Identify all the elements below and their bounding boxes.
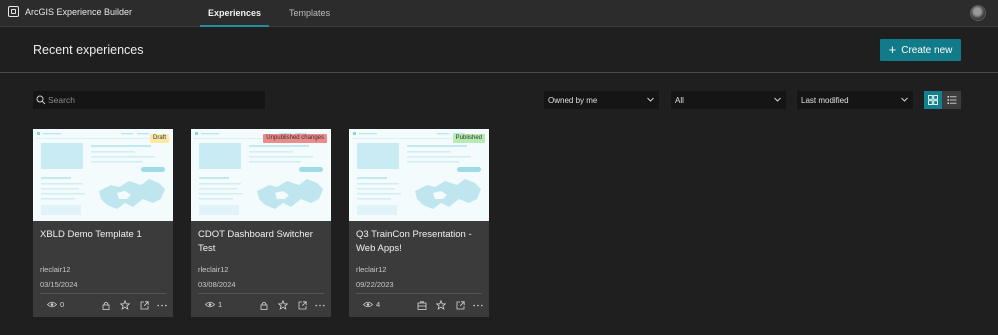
chevron-down-icon xyxy=(901,97,908,102)
card-date: 03/08/2024 xyxy=(198,280,236,289)
tab-templates[interactable]: Templates xyxy=(281,0,338,27)
card-divider xyxy=(198,293,324,294)
view-count: 4 xyxy=(376,300,381,309)
card-owner: rleclair12 xyxy=(356,265,387,274)
owner-filter-select[interactable]: Owned by me xyxy=(544,91,659,109)
top-bar: ArcGIS Experience Builder Experiences Te… xyxy=(0,0,998,27)
page-title: Recent experiences xyxy=(33,43,144,57)
card-thumbnail: Published xyxy=(349,129,489,221)
list-icon xyxy=(947,96,956,104)
search-box xyxy=(33,91,265,109)
card-divider xyxy=(40,293,166,294)
card-owner: rleclair12 xyxy=(40,265,71,274)
card-title: Q3 TrainCon Presentation - Web Apps! xyxy=(356,229,472,254)
create-new-button[interactable]: + Create new xyxy=(880,39,961,61)
list-view-button[interactable] xyxy=(942,91,961,109)
card-views: 4 xyxy=(363,300,380,309)
view-count: 0 xyxy=(60,300,65,309)
chevron-down-icon xyxy=(647,97,654,102)
experience-card[interactable]: Unpublished changes CDOT Dashboard Switc… xyxy=(191,129,331,317)
more-icon[interactable] xyxy=(473,300,483,310)
experience-card[interactable]: Published Q3 TrainCon Presentation - Web… xyxy=(349,129,489,317)
card-owner: rleclair12 xyxy=(198,265,229,274)
top-nav: Experiences Templates xyxy=(200,0,338,27)
grid-icon xyxy=(928,95,938,105)
card-views: 0 xyxy=(47,300,64,309)
star-icon[interactable] xyxy=(436,300,446,310)
search-icon xyxy=(36,95,46,105)
open-external-icon[interactable] xyxy=(455,300,465,310)
eye-icon xyxy=(363,301,373,308)
open-external-icon[interactable] xyxy=(297,300,307,310)
chevron-down-icon xyxy=(774,97,781,102)
star-icon[interactable] xyxy=(278,300,288,310)
star-icon[interactable] xyxy=(120,300,130,310)
search-input[interactable] xyxy=(48,95,248,105)
shared-group-icon[interactable] xyxy=(417,300,427,310)
status-badge: Unpublished changes xyxy=(263,134,327,143)
type-filter-select[interactable]: All xyxy=(671,91,786,109)
card-thumbnail: Draft xyxy=(33,129,173,221)
brand[interactable]: ArcGIS Experience Builder xyxy=(8,6,132,17)
create-new-label: Create new xyxy=(901,44,953,56)
owner-filter-value: Owned by me xyxy=(548,95,598,105)
card-title: XBLD Demo Template 1 xyxy=(40,229,142,240)
status-badge: Draft xyxy=(149,134,169,143)
card-views: 1 xyxy=(205,300,222,309)
grid-view-button[interactable] xyxy=(924,91,942,109)
app-name: ArcGIS Experience Builder xyxy=(25,6,133,17)
user-avatar[interactable] xyxy=(970,5,986,21)
card-date: 09/22/2023 xyxy=(356,280,394,289)
sort-value: Last modified xyxy=(801,95,849,105)
view-count: 1 xyxy=(218,300,223,309)
card-date: 03/15/2024 xyxy=(40,280,78,289)
status-badge: Published xyxy=(452,134,485,143)
card-thumbnail: Unpublished changes xyxy=(191,129,331,221)
experience-card[interactable]: Draft XBLD Demo Template 1 rleclair12 03… xyxy=(33,129,173,317)
card-divider xyxy=(356,293,482,294)
sort-select[interactable]: Last modified xyxy=(797,91,913,109)
experience-builder-logo-icon xyxy=(8,6,19,17)
card-title: CDOT Dashboard Switcher Test xyxy=(198,229,313,254)
more-icon[interactable] xyxy=(157,300,167,310)
plus-icon: + xyxy=(888,42,897,57)
more-icon[interactable] xyxy=(315,300,325,310)
type-filter-value: All xyxy=(675,95,684,105)
divider xyxy=(0,72,998,73)
eye-icon xyxy=(205,301,215,308)
lock-icon[interactable] xyxy=(101,300,111,310)
lock-icon[interactable] xyxy=(259,300,269,310)
open-external-icon[interactable] xyxy=(139,300,149,310)
tab-experiences[interactable]: Experiences xyxy=(200,0,270,27)
eye-icon xyxy=(47,301,57,308)
